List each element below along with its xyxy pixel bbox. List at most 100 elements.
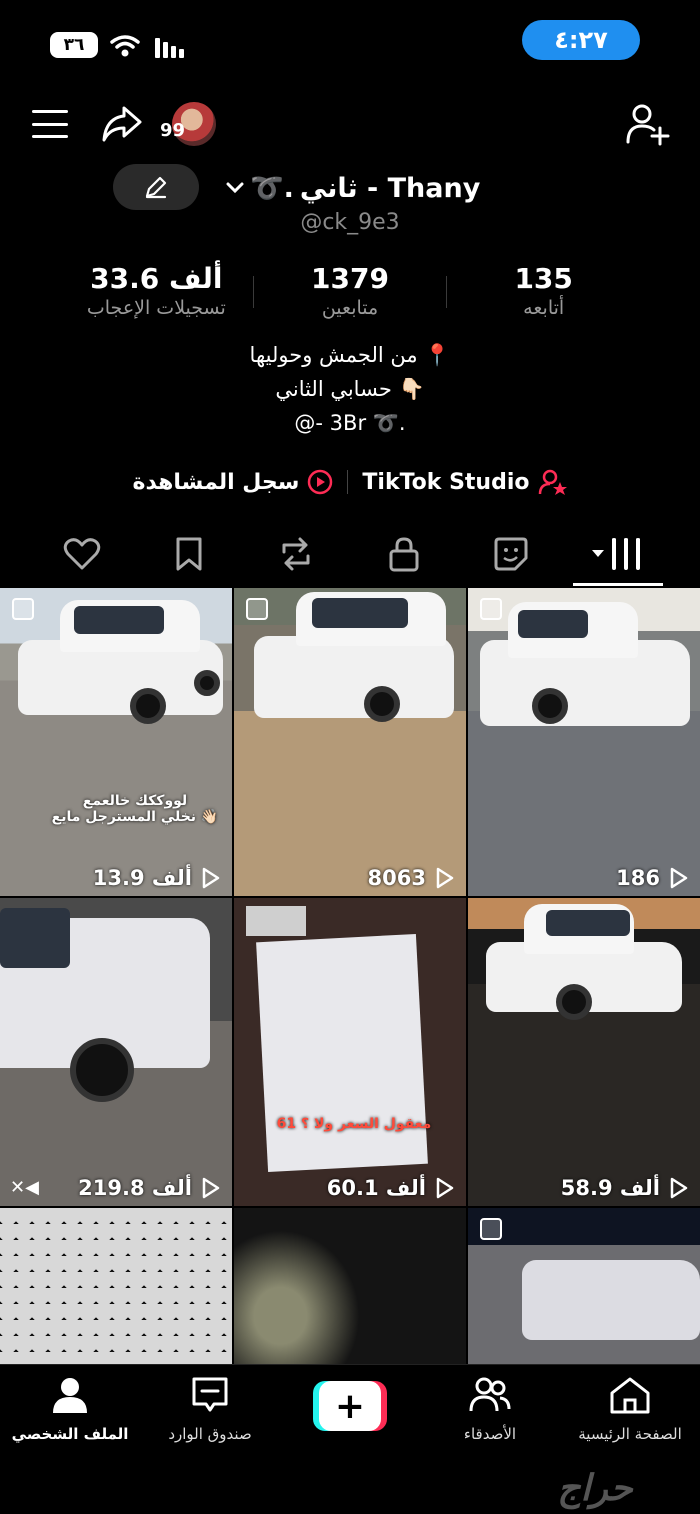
profile-tabs <box>0 524 700 586</box>
tab-favorites[interactable] <box>159 526 219 582</box>
profile-stats: 33.6 ألف تسجيلات الإعجاب 1379 متابعين 13… <box>60 262 640 326</box>
wifi-icon <box>110 35 140 57</box>
tiktok-studio-link[interactable]: TikTok Studio <box>362 468 567 496</box>
nav-profile-label: الملف الشخصي <box>11 1425 129 1443</box>
followers-count: 1379 <box>311 262 389 295</box>
document-image <box>256 933 428 1173</box>
status-bar: ٣٦ ٤:٢٧ <box>0 0 700 90</box>
bookmark-icon <box>176 537 202 571</box>
home-icon <box>610 1377 650 1414</box>
heart-icon <box>63 538 100 570</box>
view-count-text: 13.9 ألف <box>92 866 192 890</box>
video-thumbnail[interactable] <box>234 1208 466 1364</box>
tab-liked[interactable] <box>52 526 112 582</box>
nav-friends-label: الأصدقاء <box>463 1425 517 1443</box>
pencil-icon <box>145 176 167 199</box>
bio-mention[interactable]: @- 3Br ➰. <box>0 406 700 440</box>
display-name-suffix: ➰. <box>250 173 294 204</box>
following-count: 135 <box>514 262 573 295</box>
video-thumbnail[interactable]: ✕◀ 219.8 ألف <box>0 898 232 1206</box>
likes-stat[interactable]: 33.6 ألف تسجيلات الإعجاب <box>60 262 253 326</box>
videos-grid-icon <box>592 538 641 570</box>
nav-inbox-label: صندوق الوارد <box>168 1425 252 1443</box>
battery-indicator: ٣٦ <box>50 32 98 58</box>
add-user-icon[interactable] <box>626 102 670 146</box>
profile-bio: من الجمش وحوليها 📍 حسابي الثاني 👇🏻 @- 3B… <box>0 338 700 440</box>
play-icon <box>670 867 688 889</box>
bio-line: حسابي الثاني 👇🏻 <box>275 377 425 401</box>
nav-home[interactable]: الصفحة الرئيسية <box>560 1375 700 1443</box>
tab-reposts[interactable] <box>266 526 326 582</box>
view-count: 58.9 ألف <box>561 1176 688 1200</box>
following-stat[interactable]: 135 أتابعه <box>447 262 640 326</box>
view-count-text: 8063 <box>367 866 426 890</box>
sticker-icon <box>494 537 528 571</box>
video-caption: لووككك خالعمع نخلي المسترجل مايع 👋🏻 <box>51 793 219 825</box>
view-count: 186 <box>616 866 688 890</box>
nav-friends[interactable]: الأصدقاء <box>420 1375 560 1443</box>
tiktok-studio-label: TikTok Studio <box>362 469 530 495</box>
pinned-icon <box>480 1218 502 1240</box>
avatar-button[interactable]: 99 <box>160 102 220 146</box>
plus-icon: + <box>319 1381 381 1431</box>
video-grid: لووككك خالعمع نخلي المسترجل مايع 👋🏻 13.9… <box>0 588 700 1364</box>
video-thumbnail[interactable]: 58.9 ألف <box>468 898 700 1206</box>
haraj-watermark: حراج <box>557 1468 633 1509</box>
creator-star-icon <box>538 469 567 495</box>
profile-icon <box>53 1378 87 1413</box>
menu-icon[interactable] <box>32 110 68 138</box>
display-name: ثاني - Thany <box>299 172 481 204</box>
divider <box>347 470 349 494</box>
lock-icon <box>389 537 419 572</box>
likes-count: 33.6 ألف <box>90 262 223 295</box>
view-count-text: 219.8 ألف <box>78 1176 192 1200</box>
edit-profile-button[interactable] <box>113 164 199 210</box>
tab-private[interactable] <box>374 526 434 582</box>
view-count: 13.9 ألف <box>93 866 220 890</box>
view-count: 60.1 ألف <box>327 1176 454 1200</box>
nav-home-label: الصفحة الرئيسية <box>578 1425 682 1443</box>
bio-line: من الجمش وحوليها 📍 <box>249 343 451 367</box>
play-icon <box>436 867 454 889</box>
watch-history-link[interactable]: سجل المشاهدة <box>132 469 333 495</box>
avatar-count: 99 <box>160 120 186 141</box>
profile-links: سجل المشاهدة TikTok Studio <box>0 462 700 502</box>
followers-stat[interactable]: 1379 متابعين <box>254 262 447 326</box>
nav-inbox[interactable]: صندوق الوارد <box>140 1375 280 1443</box>
play-circle-icon <box>308 469 333 495</box>
nav-profile[interactable]: الملف الشخصي <box>0 1375 140 1443</box>
view-count-text: 58.9 ألف <box>560 1176 660 1200</box>
username: @ck_9e3 <box>300 210 400 235</box>
inbox-icon <box>192 1377 228 1412</box>
signal-icon <box>155 36 184 58</box>
play-icon <box>436 1177 454 1199</box>
video-thumbnail[interactable]: 186 <box>468 588 700 896</box>
view-count: 8063 <box>368 866 454 890</box>
share-icon[interactable] <box>100 104 144 144</box>
mute-icon: ✕◀ <box>10 1177 39 1198</box>
video-thumbnail[interactable]: 61 معقول السعر ولا ؟ 60.1 ألف <box>234 898 466 1206</box>
status-time: ٤:٢٧ <box>522 20 640 60</box>
tab-videos[interactable] <box>573 526 664 586</box>
play-icon <box>202 867 220 889</box>
chevron-down-icon <box>226 182 244 194</box>
likes-label: تسجيلات الإعجاب <box>86 297 226 319</box>
view-count-text: 186 <box>616 866 660 890</box>
repost-icon <box>282 537 310 571</box>
view-count: 219.8 ألف <box>78 1176 220 1200</box>
tab-stickers[interactable] <box>481 526 541 582</box>
pinned-icon <box>480 598 502 620</box>
view-count-text: 60.1 ألف <box>326 1176 426 1200</box>
friends-icon <box>469 1377 511 1412</box>
pinned-icon <box>246 598 268 620</box>
play-icon <box>202 1177 220 1199</box>
video-thumbnail[interactable] <box>468 1208 700 1364</box>
video-thumbnail[interactable]: لووككك خالعمع نخلي المسترجل مايع 👋🏻 13.9… <box>0 588 232 896</box>
play-icon <box>670 1177 688 1199</box>
video-thumbnail[interactable]: 8063 <box>234 588 466 896</box>
display-name-button[interactable]: ➰. ثاني - Thany <box>226 168 480 208</box>
video-thumbnail[interactable] <box>0 1208 232 1364</box>
create-button[interactable]: + <box>313 1381 387 1431</box>
label-sticker <box>246 906 306 936</box>
following-label: أتابعه <box>523 297 565 319</box>
